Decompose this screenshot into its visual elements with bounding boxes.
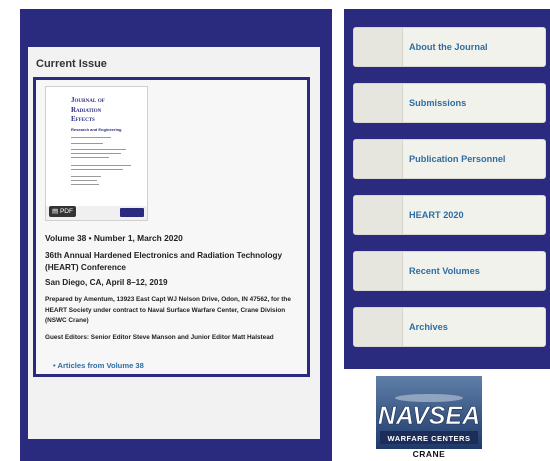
section-title: Current Issue [36, 58, 107, 70]
cover-text-line [71, 165, 131, 166]
nav-publication-personnel[interactable]: Publication Personnel [353, 139, 546, 179]
cover-text-line [71, 137, 111, 138]
prepared-by-text: Prepared by Amentum, 13923 East Capt WJ … [45, 296, 291, 324]
nav-item-tab [354, 140, 403, 178]
nav-item-label: About the Journal [409, 41, 488, 52]
nav-item-tab [354, 28, 403, 66]
navsea-logo[interactable]: NAVSEA WARFARE CENTERS [376, 376, 482, 458]
nav-item-tab [354, 84, 403, 122]
cover-text-line [71, 169, 123, 170]
cover-text-line [71, 176, 101, 177]
pdf-badge-label: PDF [59, 208, 73, 215]
nav-item-tab [354, 196, 403, 234]
volume-line: Volume 38 • Number 1, March 2020 [45, 233, 183, 243]
cover-text-line [71, 184, 99, 185]
nav-item-label: Publication Personnel [409, 153, 506, 164]
cover-text-line [71, 153, 121, 154]
logo-location: CRANE [412, 449, 446, 459]
conference-place-date: San Diego, CA, April 8–12, 2019 [45, 278, 168, 287]
cover-text-line [71, 149, 126, 150]
nav-item-label: Submissions [409, 97, 467, 108]
issue-box: Journal of Radiation Effects Research an… [33, 77, 310, 377]
cover-text-line [71, 143, 103, 144]
nav-about-the-journal[interactable]: About the Journal [353, 27, 546, 67]
journal-cover-thumbnail[interactable]: Journal of Radiation Effects Research an… [45, 86, 148, 221]
nav-item-label: HEART 2020 [409, 209, 464, 220]
cover-subtitle: Research and Engineering [71, 127, 122, 132]
nav-heart-2020[interactable]: HEART 2020 [353, 195, 546, 235]
cover-text-line [71, 157, 109, 158]
navsea-mini-logo [120, 208, 144, 217]
pdf-icon: ▤ [52, 208, 59, 215]
nav-item-tab [354, 308, 403, 346]
nav-archives[interactable]: Archives [353, 307, 546, 347]
articles-from-volume-link[interactable]: • Articles from Volume 38 [53, 361, 144, 370]
cover-text-line [71, 180, 97, 181]
guest-editors-text: Guest Editors: Senior Editor Steve Manso… [45, 334, 274, 341]
conference-title: 36th Annual Hardened Electronics and Rad… [45, 251, 283, 272]
nav-recent-volumes[interactable]: Recent Volumes [353, 251, 546, 291]
logo-tagline: WARFARE CENTERS [388, 434, 471, 443]
nav-item-label: Archives [409, 321, 448, 332]
current-issue-card: Current Issue Journal of Radiation Effec… [28, 47, 320, 439]
nav-item-label: Recent Volumes [409, 265, 480, 276]
logo-arc [395, 394, 463, 402]
nav-item-tab [354, 252, 403, 290]
pdf-badge[interactable]: ▤ PDF [49, 206, 76, 217]
cover-title: Journal of Radiation Effects [71, 96, 105, 123]
nav-submissions[interactable]: Submissions [353, 83, 546, 123]
logo-wordmark: NAVSEA [378, 402, 480, 430]
